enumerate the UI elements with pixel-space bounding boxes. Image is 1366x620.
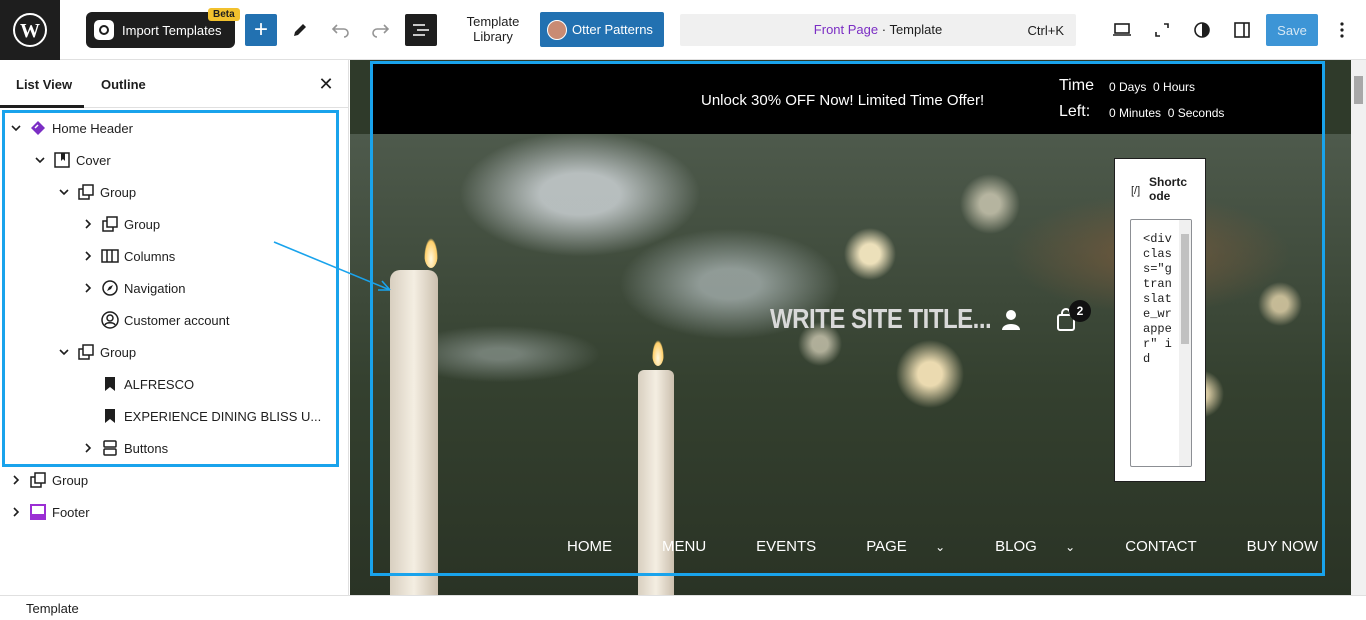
status-bar: Template <box>0 595 1366 620</box>
options-menu-button[interactable] <box>1326 14 1358 46</box>
document-title-name: Front Page <box>813 22 879 37</box>
otter-patterns-button[interactable]: Otter Patterns <box>540 12 664 47</box>
undo-icon <box>331 24 349 38</box>
sidebar-icon <box>1234 22 1250 38</box>
list-view-item[interactable]: Footer <box>8 496 90 528</box>
status-breadcrumb[interactable]: Template <box>26 601 79 616</box>
list-view-item-label: Footer <box>52 504 90 520</box>
plus-icon: + <box>253 16 268 43</box>
add-block-button[interactable]: + <box>245 14 277 46</box>
template-library-line1: Template <box>466 14 520 29</box>
group-icon <box>28 470 48 490</box>
list-view-item[interactable]: Group <box>8 464 88 496</box>
sidebar-tabs: List View Outline ✕ <box>0 60 349 108</box>
wordpress-logo-icon[interactable]: W <box>0 0 60 60</box>
settings-sidebar-button[interactable] <box>1226 14 1258 46</box>
save-button[interactable]: Save <box>1266 14 1318 46</box>
pencil-icon <box>294 24 306 36</box>
document-title: Front Page · Template <box>680 22 1076 37</box>
laptop-icon <box>1113 23 1131 36</box>
import-templates-button[interactable]: Import Templates Beta <box>86 8 240 48</box>
otter-avatar-icon <box>547 19 567 40</box>
fullscreen-button[interactable] <box>1146 14 1178 46</box>
import-templates-label: Import Templates <box>122 22 222 38</box>
footer-icon <box>28 502 48 522</box>
svg-text:W: W <box>20 20 40 42</box>
pointer-arrow-icon <box>273 241 391 291</box>
document-title-type: Template <box>889 22 943 37</box>
edit-tool-button[interactable] <box>284 14 316 46</box>
active-tab-indicator <box>0 105 84 108</box>
chevron-right-icon[interactable] <box>8 504 24 520</box>
canvas-scroll-thumb[interactable] <box>1354 76 1363 104</box>
command-shortcut: Ctrl+K <box>1027 23 1064 38</box>
editor-top-bar: W Import Templates Beta + Template Libra… <box>0 0 1366 60</box>
template-library-button[interactable]: Template Library <box>456 14 530 44</box>
otter-patterns-label: Otter Patterns <box>572 22 653 37</box>
list-view-item-label: Group <box>52 472 89 488</box>
chevron-right-icon[interactable] <box>8 472 24 488</box>
contrast-icon <box>1194 22 1210 38</box>
device-preview-button[interactable] <box>1106 14 1138 46</box>
canvas-scrollbar[interactable] <box>1351 60 1366 595</box>
redo-icon <box>372 24 390 38</box>
document-overview-button[interactable] <box>405 14 437 46</box>
redo-button[interactable] <box>364 14 396 46</box>
close-icon[interactable]: ✕ <box>316 74 336 94</box>
document-title-separator: · <box>878 22 890 37</box>
styles-button[interactable] <box>1186 14 1218 46</box>
expand-icon <box>1155 23 1169 37</box>
undo-button[interactable] <box>325 14 357 46</box>
import-icon <box>94 20 114 40</box>
canvas-selection-outline <box>370 61 1325 576</box>
list-view-sidebar: List View Outline ✕ Home Header Cover Grou… <box>0 60 349 595</box>
beta-badge: Beta <box>208 8 240 21</box>
list-view-icon <box>413 24 429 36</box>
command-palette-bar[interactable]: Front Page · Template Ctrl+K <box>680 14 1076 46</box>
template-library-line2: Library <box>473 29 513 44</box>
tab-list-view[interactable]: List View <box>16 77 72 92</box>
more-vertical-icon <box>1340 22 1344 38</box>
tab-outline[interactable]: Outline <box>101 77 146 92</box>
editor-canvas[interactable]: Unlock 30% OFF Now! Limited Time Offer! … <box>350 60 1351 595</box>
